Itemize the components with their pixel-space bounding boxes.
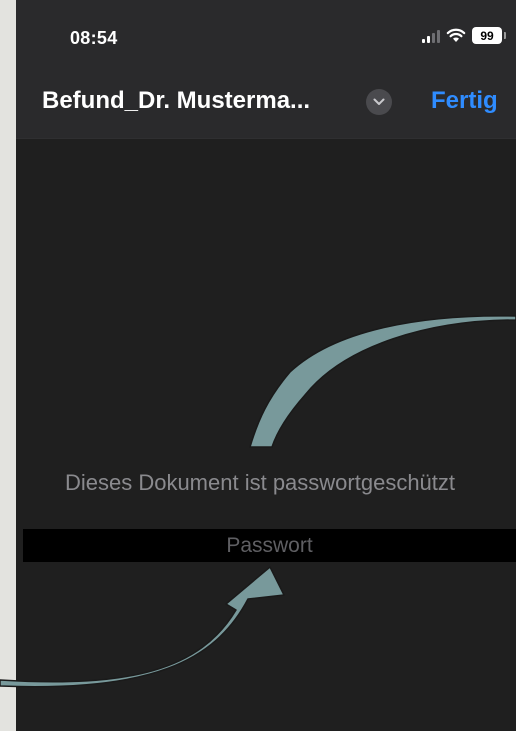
password-input[interactable]	[23, 529, 516, 562]
signal-icon	[422, 29, 440, 43]
password-protected-message: Dieses Dokument ist passwortgeschützt	[64, 470, 456, 495]
status-icons: 99	[422, 27, 506, 44]
status-time: 08:54	[70, 28, 118, 48]
wifi-icon	[446, 28, 466, 42]
chevron-down-icon[interactable]	[366, 89, 392, 115]
battery-icon: 99	[472, 27, 506, 44]
navigation-bar: 08:54 99 Befund_Dr. Musterma... Fertig	[16, 0, 516, 139]
document-title[interactable]: Befund_Dr. Musterma...	[42, 87, 310, 115]
phone-screen: 08:54 99 Befund_Dr. Musterma... Fertig D…	[16, 0, 516, 731]
done-button[interactable]: Fertig	[431, 87, 498, 115]
screenshot-page: 08:54 99 Befund_Dr. Musterma... Fertig D…	[0, 0, 516, 731]
